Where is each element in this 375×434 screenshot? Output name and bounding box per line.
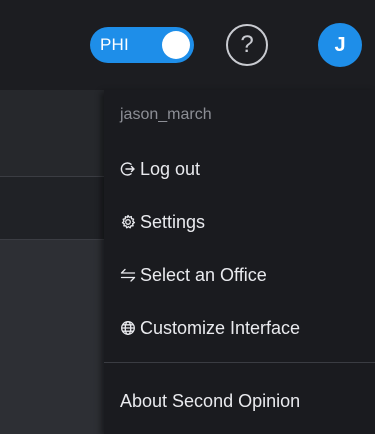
app-screen: PHI ? J jason_march Log out Settings Sel… bbox=[0, 0, 375, 434]
user-dropdown-menu: jason_march Log out Settings Select an O… bbox=[104, 90, 375, 434]
background-panel bbox=[0, 240, 110, 434]
settings-label: Settings bbox=[140, 211, 206, 232]
settings-menu-item[interactable]: Settings bbox=[120, 207, 205, 237]
logout-menu-item[interactable]: Log out bbox=[120, 154, 200, 184]
menu-divider bbox=[104, 362, 375, 363]
background-panel bbox=[0, 90, 110, 176]
swap-arrows-icon bbox=[120, 268, 136, 282]
logout-icon bbox=[120, 162, 135, 176]
user-avatar-button[interactable]: J bbox=[318, 23, 362, 67]
menu-username: jason_march bbox=[120, 106, 212, 123]
question-circle-icon: ? bbox=[240, 31, 254, 58]
logout-label: Log out bbox=[140, 158, 201, 179]
about-menu-item[interactable]: About Second Opinion bbox=[120, 386, 300, 416]
gear-icon bbox=[121, 214, 136, 229]
background-panel bbox=[0, 177, 110, 239]
phi-toggle-label: PHI bbox=[100, 35, 129, 54]
avatar-initial: J bbox=[334, 33, 346, 56]
customize-interface-menu-item[interactable]: Customize Interface bbox=[120, 313, 300, 343]
globe-icon bbox=[121, 321, 135, 335]
customize-interface-label: Customize Interface bbox=[140, 317, 301, 338]
select-office-label: Select an Office bbox=[140, 264, 267, 285]
toggle-knob bbox=[162, 31, 190, 59]
select-office-menu-item[interactable]: Select an Office bbox=[120, 260, 267, 290]
about-label: About Second Opinion bbox=[120, 390, 301, 411]
help-button[interactable]: ? bbox=[226, 24, 268, 66]
phi-toggle[interactable]: PHI bbox=[90, 27, 194, 63]
